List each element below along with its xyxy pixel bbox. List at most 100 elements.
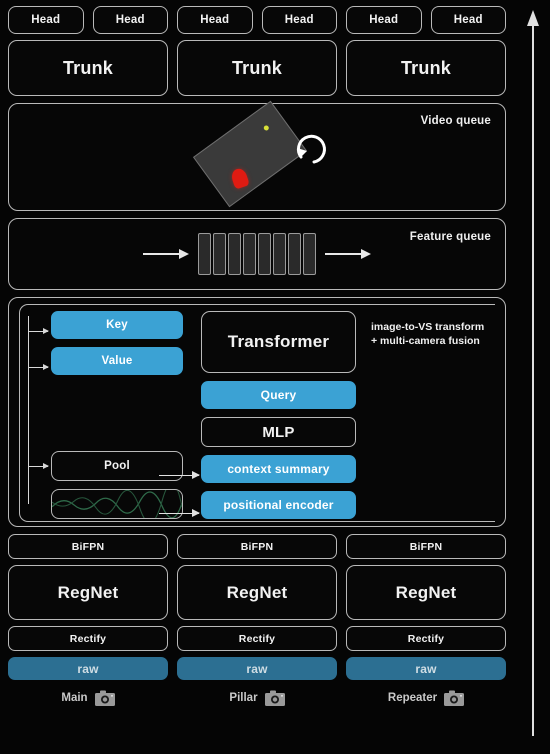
rectify-box[interactable]: Rectify [346,626,506,651]
column-repeater-backbone: BiFPN RegNet Rectify raw Repeater [346,534,506,709]
head-label: Head [200,14,230,26]
camera-row-repeater[interactable]: Repeater [346,687,506,709]
feature-bar-group [198,233,316,275]
camera-label: Repeater [387,692,438,704]
raw-box[interactable]: raw [346,657,506,680]
head-label: Head [453,14,483,26]
trunk-box[interactable]: Trunk [177,40,337,96]
pool-to-context-arrow [159,471,200,479]
transformer-label: Transformer [227,332,330,351]
column-main-backbone: BiFPN RegNet Rectify raw Main [8,534,168,709]
context-summary-label: context summary [227,462,330,476]
regnet-box[interactable]: RegNet [346,565,506,620]
feature-bar [288,233,301,275]
head-label: Head [284,14,314,26]
head-label: Head [369,14,399,26]
head-box[interactable]: Head [261,6,337,34]
sine-wave-box[interactable] [51,489,183,519]
context-summary-box[interactable]: context summary [201,455,356,483]
value-label: Value [101,355,133,367]
regnet-box[interactable]: RegNet [8,565,168,620]
rectify-label: Rectify [407,632,445,645]
column-main-heads: Head Head [8,6,168,40]
feature-bus-line [28,316,29,504]
column-repeater-heads: Head Head [346,6,506,40]
feature-bar [198,233,211,275]
transformer-box[interactable]: Transformer [201,311,356,373]
camera-label: Main [61,692,88,704]
rectify-box[interactable]: Rectify [177,626,337,651]
raw-box[interactable]: raw [177,657,337,680]
column-pillar-backbone: BiFPN RegNet Rectify raw Pillar [177,534,337,709]
camera-row-main[interactable]: Main [8,687,168,709]
rectify-box[interactable]: Rectify [8,626,168,651]
transformer-note-line2: + multi-camera fusion [371,335,480,348]
head-box[interactable]: Head [430,6,506,34]
feature-queue-panel[interactable]: Feature queue [8,218,506,290]
pool-label: Pool [104,460,130,472]
transformer-center-stack: Transformer Query MLP context summary po… [201,311,356,519]
bifpn-box[interactable]: BiFPN [346,534,506,559]
bus-branch-key [28,328,49,334]
trunk-box[interactable]: Trunk [8,40,168,96]
mlp-label: MLP [262,423,295,441]
circular-arrow-icon [296,134,326,164]
feature-bar [228,233,241,275]
regnet-box[interactable]: RegNet [177,565,337,620]
camera-label: Pillar [229,692,258,704]
raw-box[interactable]: raw [8,657,168,680]
positional-encoder-box[interactable]: positional encoder [201,491,356,519]
regnet-label: RegNet [226,582,288,602]
trunk-row-group: Trunk Trunk Trunk [8,40,506,96]
feature-queue-stage [9,219,505,289]
rectify-label: Rectify [238,632,276,645]
bifpn-box[interactable]: BiFPN [177,534,337,559]
bifpn-label: BiFPN [409,540,443,553]
head-row-group: Head Head Head Head Head Head [8,6,506,40]
transformer-left-inputs: Key Value Pool [51,311,183,519]
query-box[interactable]: Query [201,381,356,409]
query-label: Query [260,388,297,402]
key-label: Key [106,319,128,331]
bifpn-label: BiFPN [240,540,274,553]
feature-bar [258,233,271,275]
head-box[interactable]: Head [92,6,168,34]
video-queue-panel[interactable]: Video queue [8,100,506,211]
column-pillar-trunk: Trunk [177,40,337,96]
raw-label: raw [415,661,437,676]
column-repeater-trunk: Trunk [346,40,506,96]
bifpn-box[interactable]: BiFPN [8,534,168,559]
feature-bar [303,233,316,275]
architecture-diagram: Head Head Head Head Head Head Trunk Trun… [0,0,550,754]
raw-label: raw [77,661,99,676]
trunk-box[interactable]: Trunk [346,40,506,96]
camera-icon [444,690,465,706]
camera-icon [264,690,285,706]
camera-row-pillar[interactable]: Pillar [177,687,337,709]
arrow-up-icon [527,10,539,736]
positional-encoder-label: positional encoder [223,498,334,512]
sine-to-positional-arrow [159,509,200,517]
value-box[interactable]: Value [51,347,183,375]
trunk-label: Trunk [400,57,451,78]
feature-bar [273,233,286,275]
trunk-label: Trunk [231,57,282,78]
feature-bar [213,233,226,275]
video-frame-stage [9,100,505,210]
regnet-label: RegNet [57,582,119,602]
feature-bar [243,233,256,275]
head-box[interactable]: Head [177,6,253,34]
head-box[interactable]: Head [346,6,422,34]
head-label: Head [115,14,145,26]
key-box[interactable]: Key [51,311,183,339]
column-pillar-heads: Head Head [177,6,337,40]
mlp-box[interactable]: MLP [201,417,356,447]
transformer-panel[interactable]: Key Value Pool Transformer Query MLP con… [8,297,506,527]
head-label: Head [31,14,61,26]
transformer-note: image-to-VS transform + multi-camera fus… [371,320,511,348]
head-box[interactable]: Head [8,6,84,34]
trunk-label: Trunk [62,57,113,78]
camera-icon [94,690,115,706]
pool-box[interactable]: Pool [51,451,183,481]
arrow-right-icon [143,249,189,259]
